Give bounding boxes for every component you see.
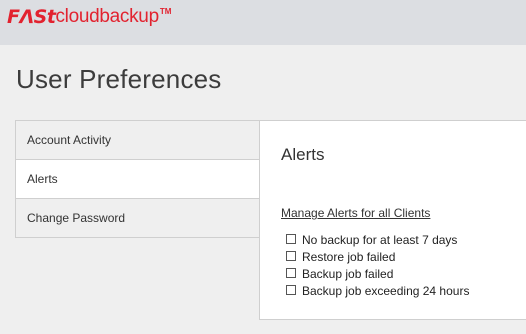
backup-failed-checkbox[interactable] — [286, 267, 296, 278]
alert-option-backup-failed: Backup job failed — [286, 265, 469, 282]
alert-option-label: Restore job failed — [302, 249, 396, 264]
page-title: User Preferences — [16, 64, 222, 94]
alert-option-label: No backup for at least 7 days — [302, 232, 458, 247]
alerts-panel: Alerts Manage Alerts for all Clients No … — [259, 120, 526, 320]
alert-options-list: No backup for at least 7 days Restore jo… — [286, 231, 469, 299]
preferences-nav: Account Activity Alerts Change Password — [15, 120, 260, 238]
alert-option-label: Backup job exceeding 24 hours — [302, 283, 470, 298]
top-bar: FΛSt cloudbackup TM — [0, 0, 526, 45]
panel-title: Alerts — [281, 145, 325, 164]
alert-option-restore-failed: Restore job failed — [286, 248, 469, 265]
backup-exceeding-24h-checkbox[interactable] — [286, 284, 296, 295]
fastcloudbackup-logo[interactable]: FΛSt cloudbackup TM — [7, 6, 171, 32]
nav-item-alerts[interactable]: Alerts — [15, 159, 260, 199]
alert-option-label: Backup job failed — [302, 266, 394, 281]
logo-cloudbackup-text: cloudbackup — [55, 6, 159, 27]
logo-fast-text: FΛSt — [7, 6, 56, 28]
logo-trademark: TM — [159, 7, 172, 16]
no-backup-7-days-checkbox[interactable] — [286, 233, 296, 244]
alert-option-no-backup-7-days: No backup for at least 7 days — [286, 231, 469, 248]
nav-item-account-activity[interactable]: Account Activity — [15, 120, 260, 160]
nav-item-change-password[interactable]: Change Password — [15, 198, 260, 238]
manage-alerts-link[interactable]: Manage Alerts for all Clients — [281, 206, 430, 220]
alert-option-backup-exceeding-24h: Backup job exceeding 24 hours — [286, 282, 469, 299]
restore-failed-checkbox[interactable] — [286, 250, 296, 261]
